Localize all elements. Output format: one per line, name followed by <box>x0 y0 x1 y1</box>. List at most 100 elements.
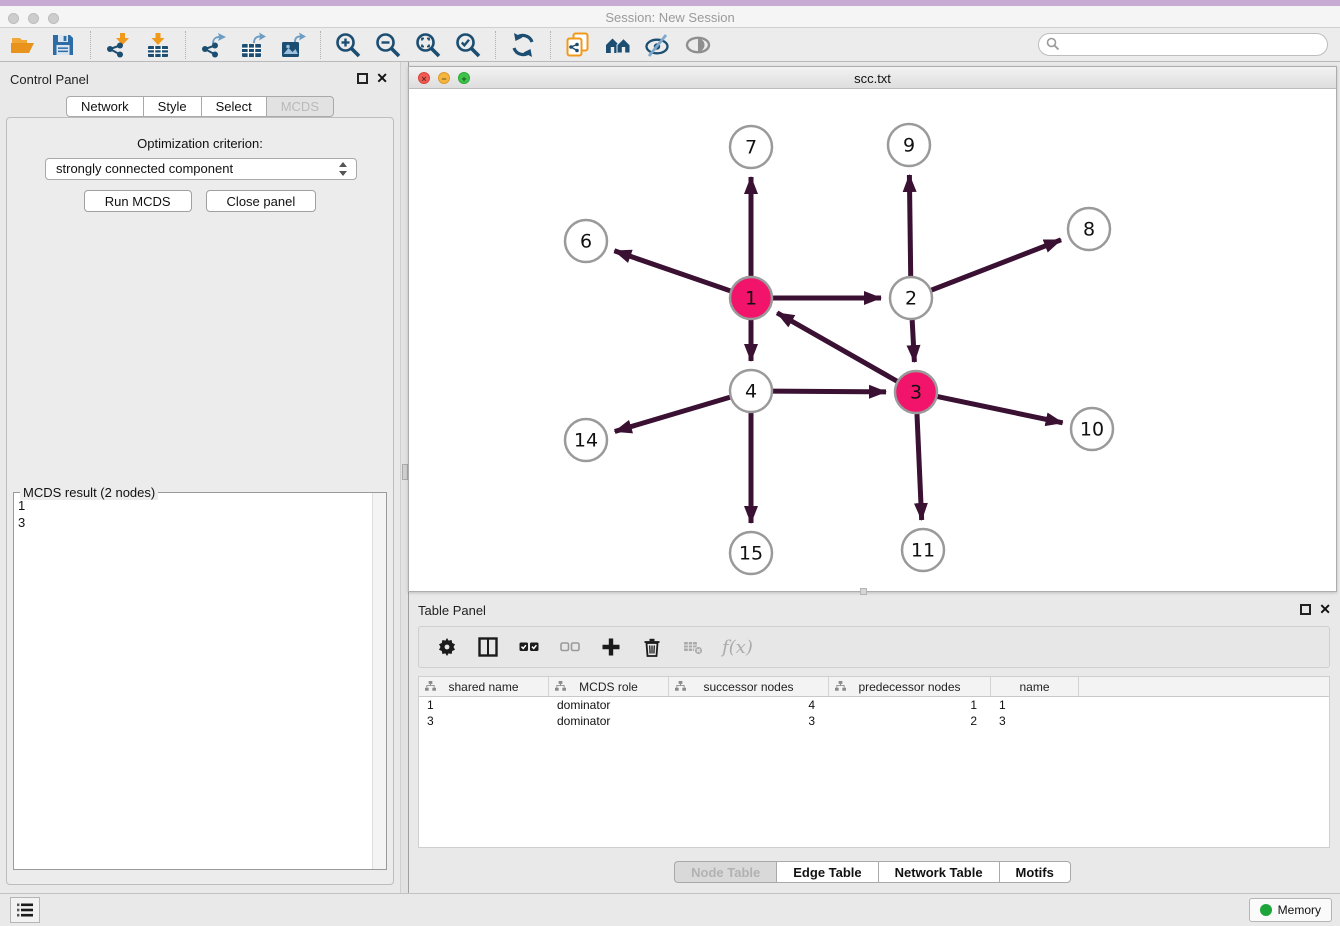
zoom-fit-icon[interactable] <box>413 30 443 60</box>
network-canvas[interactable]: 7968124314101511 <box>409 89 1336 591</box>
memory-label: Memory <box>1278 903 1321 917</box>
table-tabs: Node Table Edge Table Network Table Moti… <box>408 861 1337 883</box>
save-session-icon[interactable] <box>48 30 78 60</box>
graph-node-label: 3 <box>910 382 922 404</box>
table-row[interactable]: 1dominator411 <box>419 697 1329 713</box>
graph-node-label: 4 <box>745 381 757 403</box>
table-cell[interactable]: dominator <box>549 713 669 729</box>
graph-edge[interactable] <box>917 414 922 520</box>
node-table[interactable]: shared name MCDS role successor nodes pr… <box>418 676 1330 848</box>
import-table-icon[interactable] <box>143 30 173 60</box>
unselect-all-icon[interactable] <box>558 635 582 659</box>
column-header-shared-name[interactable]: shared name <box>419 677 549 696</box>
tab-select[interactable]: Select <box>201 96 266 117</box>
table-cell[interactable]: 2 <box>829 713 991 729</box>
graph-node-label: 11 <box>911 540 935 562</box>
column-header-name[interactable]: name <box>991 677 1079 696</box>
table-cell[interactable]: 1 <box>991 697 1079 713</box>
graph-node-label: 1 <box>745 288 757 310</box>
tab-motifs[interactable]: Motifs <box>999 861 1071 883</box>
export-image-icon[interactable] <box>278 30 308 60</box>
graph-edge[interactable] <box>615 397 730 431</box>
mcds-result-box: MCDS result (2 nodes) 1 3 <box>13 492 387 870</box>
criterion-value: strongly connected component <box>56 161 233 176</box>
result-scrollbar[interactable] <box>372 493 386 869</box>
zoom-in-icon[interactable] <box>333 30 363 60</box>
table-cell[interactable]: 1 <box>829 697 991 713</box>
graph-edge[interactable] <box>909 175 910 276</box>
graph-edge[interactable] <box>773 391 886 392</box>
main-toolbar <box>0 28 1340 62</box>
graph-edge[interactable] <box>932 240 1062 290</box>
table-cell[interactable]: 1 <box>419 697 549 713</box>
table-cell[interactable]: dominator <box>549 697 669 713</box>
graph-node-label: 9 <box>903 135 915 157</box>
table-cell[interactable]: 3 <box>669 713 829 729</box>
criterion-dropdown[interactable]: strongly connected component <box>45 158 357 180</box>
refresh-styles-icon[interactable] <box>508 30 538 60</box>
tab-node-table[interactable]: Node Table <box>674 861 776 883</box>
control-panel-tabs: Network Style Select MCDS <box>0 96 400 117</box>
table-settings-icon[interactable] <box>435 635 459 659</box>
application-window: Session: New Session <box>0 0 1340 926</box>
show-all-icon[interactable] <box>683 30 713 60</box>
zoom-out-icon[interactable] <box>373 30 403 60</box>
table-cell[interactable]: 3 <box>991 713 1079 729</box>
column-header-mcds-role[interactable]: MCDS role <box>549 677 669 696</box>
import-network-icon[interactable] <box>103 30 133 60</box>
float-panel-icon[interactable] <box>357 73 368 84</box>
task-history-button[interactable] <box>10 897 40 923</box>
mcds-result-text[interactable]: 1 3 <box>18 497 370 865</box>
close-panel-icon[interactable]: ✕ <box>376 70 388 86</box>
optimization-criterion-label: Optimization criterion: <box>7 136 393 151</box>
delete-table-icon[interactable] <box>681 635 705 659</box>
graph-node-label: 10 <box>1080 419 1104 441</box>
memory-button[interactable]: Memory <box>1249 898 1332 922</box>
tab-edge-table[interactable]: Edge Table <box>776 861 877 883</box>
graph-edge[interactable] <box>614 251 730 291</box>
column-header-predecessor-nodes[interactable]: predecessor nodes <box>829 677 991 696</box>
column-type-icon <box>425 681 436 692</box>
network-window-titlebar[interactable]: × − + scc.txt <box>409 67 1336 89</box>
table-cell[interactable]: 3 <box>419 713 549 729</box>
table-header-row: shared name MCDS role successor nodes pr… <box>419 677 1329 697</box>
split-view-icon[interactable] <box>476 635 500 659</box>
graph-node-label: 14 <box>574 430 598 452</box>
run-mcds-button[interactable]: Run MCDS <box>84 190 192 212</box>
first-neighbors-icon[interactable] <box>603 30 633 60</box>
tab-style[interactable]: Style <box>143 96 201 117</box>
add-column-icon[interactable] <box>599 635 623 659</box>
zoom-selected-icon[interactable] <box>453 30 483 60</box>
graph-edge[interactable] <box>912 320 914 362</box>
open-session-icon[interactable] <box>8 30 38 60</box>
column-type-icon <box>675 681 686 692</box>
search-input[interactable] <box>1038 33 1328 56</box>
float-table-panel-icon[interactable] <box>1300 604 1311 615</box>
select-all-icon[interactable] <box>517 635 541 659</box>
table-row[interactable]: 3dominator323 <box>419 713 1329 729</box>
graph-edge[interactable] <box>777 313 897 381</box>
column-type-icon <box>555 681 566 692</box>
main-titlebar[interactable]: Session: New Session <box>0 6 1340 28</box>
tab-mcds[interactable]: MCDS <box>266 96 334 117</box>
clone-network-icon[interactable] <box>563 30 593 60</box>
session-title: Session: New Session <box>0 10 1340 25</box>
hide-selected-icon[interactable] <box>643 30 673 60</box>
tab-network-table[interactable]: Network Table <box>878 861 999 883</box>
function-builder-icon[interactable]: f(x) <box>722 637 753 658</box>
table-toolbar: f(x) <box>418 626 1330 668</box>
table-cell[interactable]: 4 <box>669 697 829 713</box>
graph-edge[interactable] <box>938 397 1063 423</box>
tab-network[interactable]: Network <box>66 96 143 117</box>
network-view-window[interactable]: × − + scc.txt 7968124314101511 <box>408 66 1337 592</box>
close-panel-button[interactable]: Close panel <box>206 190 317 212</box>
close-table-panel-icon[interactable]: ✕ <box>1319 601 1331 617</box>
column-header-successor-nodes[interactable]: successor nodes <box>669 677 829 696</box>
export-table-icon[interactable] <box>238 30 268 60</box>
graph-node-label: 2 <box>905 288 917 310</box>
delete-column-icon[interactable] <box>640 635 664 659</box>
export-network-icon[interactable] <box>198 30 228 60</box>
canvas-resize-handle[interactable] <box>860 588 867 595</box>
table-body[interactable]: 1dominator4113dominator323 <box>419 697 1329 729</box>
dropdown-stepper-icon <box>338 161 348 177</box>
